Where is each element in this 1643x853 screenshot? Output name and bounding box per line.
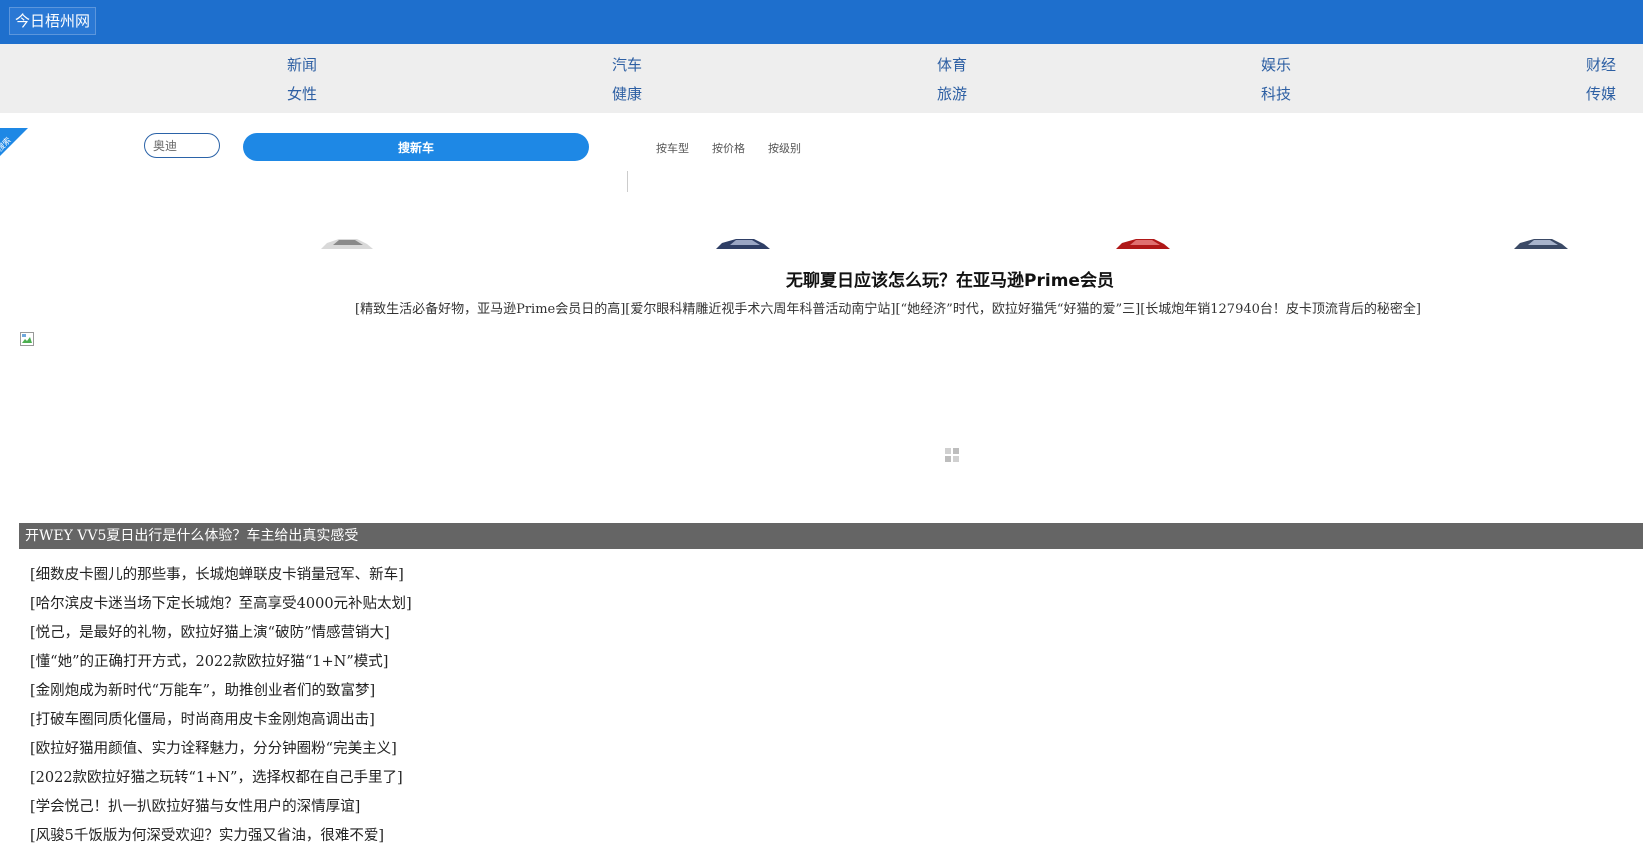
filter-by-price-link[interactable]: 按价格 bbox=[712, 140, 745, 156]
loading-grid-icon bbox=[945, 448, 959, 462]
nav-item-entertainment[interactable]: 娱乐 bbox=[1261, 54, 1291, 75]
list-item[interactable]: [哈尔滨皮卡迷当场下定长城炮？至高享受4000元补贴太划] bbox=[30, 590, 412, 619]
article-list: [细数皮卡圈儿的那些事，长城炮蝉联皮卡销量冠军、新车] [哈尔滨皮卡迷当场下定长… bbox=[30, 561, 412, 851]
search-ribbon: 搜索 bbox=[0, 128, 38, 166]
related-links-row: [精致生活必备好物，亚马逊Prime会员日的高][爱尔眼科精雕近视手术六周年科普… bbox=[355, 298, 1421, 317]
list-item[interactable]: [细数皮卡圈儿的那些事，长城炮蝉联皮卡销量冠军、新车] bbox=[30, 561, 412, 590]
list-item[interactable]: [2022款欧拉好猫之玩转“1+N”，选择权都在自己手里了] bbox=[30, 764, 412, 793]
car-thumbnail[interactable] bbox=[1114, 237, 1172, 249]
car-search-input[interactable] bbox=[144, 133, 220, 158]
car-thumbnail[interactable] bbox=[319, 237, 375, 249]
site-logo[interactable]: 今日梧州网 bbox=[9, 7, 97, 35]
feature-headline-bar[interactable]: 开WEY VV5夏日出行是什么体验？车主给出真实感受 bbox=[19, 523, 1643, 549]
related-link[interactable]: [爱尔眼科精雕近视手术六周年科普活动南宁站] bbox=[625, 302, 895, 317]
channel-nav: 新闻 汽车 体育 娱乐 财经 女性 健康 旅游 科技 传媒 bbox=[0, 44, 1643, 113]
nav-item-news[interactable]: 新闻 bbox=[287, 54, 317, 75]
nav-item-auto[interactable]: 汽车 bbox=[612, 54, 642, 75]
list-item[interactable]: [懂“她”的正确打开方式，2022款欧拉好猫“1+N”模式] bbox=[30, 648, 412, 677]
car-thumbnail[interactable] bbox=[714, 237, 772, 249]
list-item[interactable]: [金刚炮成为新时代“万能车”，助推创业者们的致富梦] bbox=[30, 677, 412, 706]
list-item[interactable]: [风骏5千饭版为何深受欢迎？实力强又省油，很难不爱] bbox=[30, 822, 412, 851]
search-new-car-button[interactable]: 搜新车 bbox=[243, 133, 589, 161]
nav-item-tech[interactable]: 科技 bbox=[1261, 83, 1291, 104]
headline-link[interactable]: 无聊夏日应该怎么玩？在亚马逊Prime会员 bbox=[0, 266, 1643, 291]
list-item[interactable]: [打破车圈同质化僵局，时尚商用皮卡金刚炮高调出击] bbox=[30, 706, 412, 735]
nav-item-women[interactable]: 女性 bbox=[287, 83, 317, 104]
nav-item-finance[interactable]: 财经 bbox=[1586, 54, 1616, 75]
top-bar: 今日梧州网 bbox=[0, 0, 1643, 44]
related-link[interactable]: [长城炮年销127940台！皮卡顶流背后的秘密全] bbox=[1140, 302, 1421, 317]
filter-by-class-link[interactable]: 按级别 bbox=[768, 140, 801, 156]
list-item[interactable]: [悦己，是最好的礼物，欧拉好猫上演“破防”情感营销大] bbox=[30, 619, 412, 648]
car-thumbnail[interactable] bbox=[1512, 237, 1570, 249]
related-link[interactable]: [“她经济”时代，欧拉好猫凭“好猫的爱”三] bbox=[895, 302, 1140, 317]
filter-by-model-link[interactable]: 按车型 bbox=[656, 140, 689, 156]
related-link[interactable]: [精致生活必备好物，亚马逊Prime会员日的高] bbox=[355, 302, 625, 317]
divider bbox=[627, 171, 628, 192]
broken-image-icon bbox=[20, 332, 34, 346]
list-item[interactable]: [学会悦己！扒一扒欧拉好猫与女性用户的深情厚谊] bbox=[30, 793, 412, 822]
nav-item-media[interactable]: 传媒 bbox=[1586, 83, 1616, 104]
nav-item-sports[interactable]: 体育 bbox=[937, 54, 967, 75]
nav-item-travel[interactable]: 旅游 bbox=[937, 83, 967, 104]
nav-item-health[interactable]: 健康 bbox=[612, 83, 642, 104]
list-item[interactable]: [欧拉好猫用颜值、实力诠释魅力，分分钟圈粉“完美主义] bbox=[30, 735, 412, 764]
